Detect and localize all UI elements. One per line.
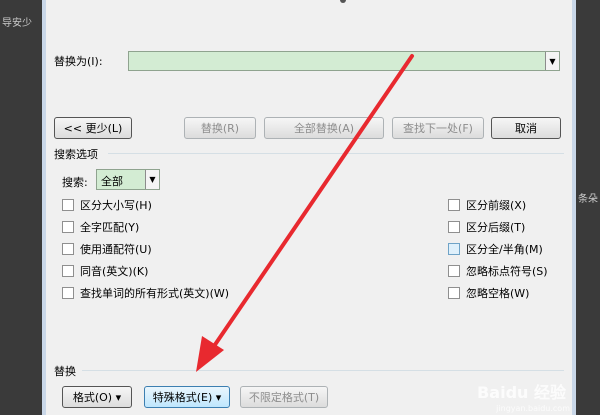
annotation-arrow bbox=[196, 54, 414, 372]
watermark-url: jingyan.baidu.com bbox=[496, 404, 570, 413]
watermark-logo: Baidu 经验 bbox=[477, 383, 566, 402]
arrow-head bbox=[196, 336, 224, 372]
arrow-shaft bbox=[208, 54, 414, 354]
